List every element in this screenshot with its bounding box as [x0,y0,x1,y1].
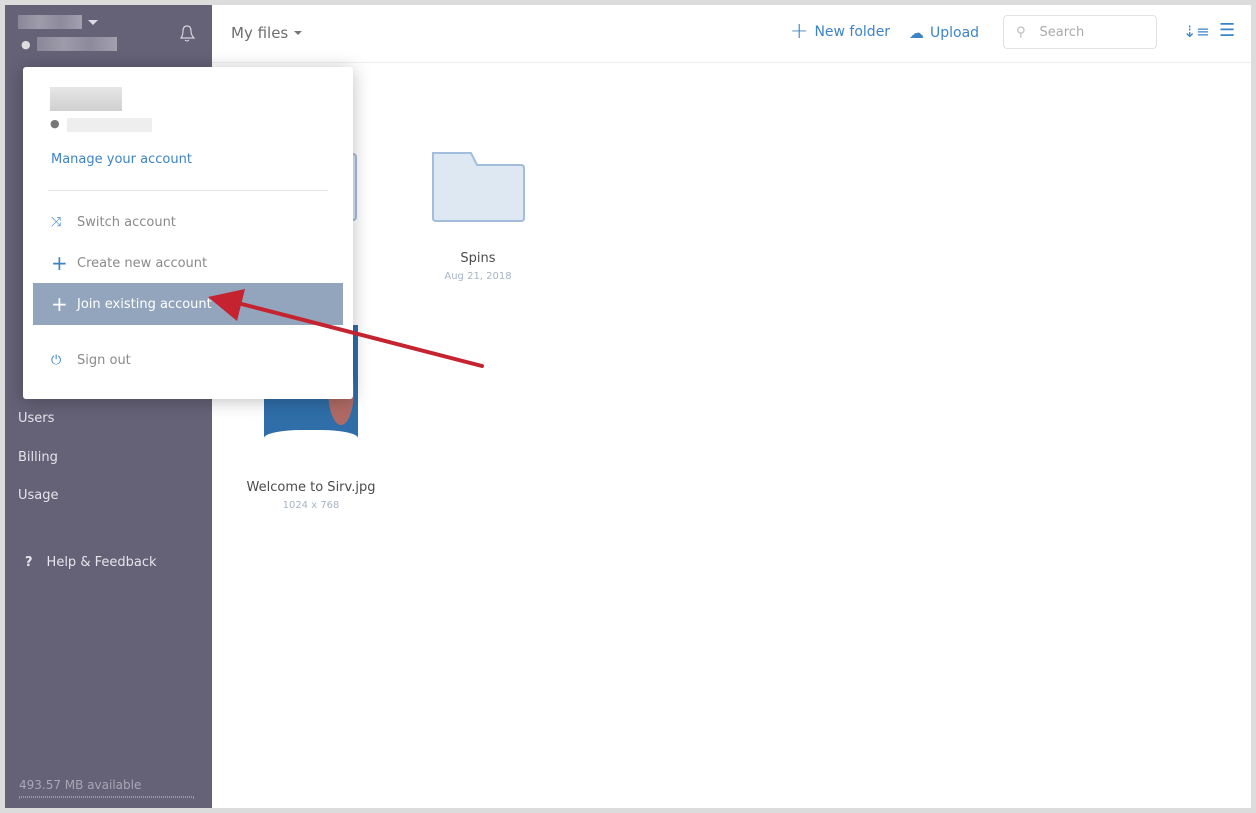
arrow-shaft [228,299,484,368]
app-window: ● Users Billing Usage ? Help & Feedback … [5,5,1251,808]
annotation-arrow [208,289,484,368]
arrow-head [208,289,245,321]
